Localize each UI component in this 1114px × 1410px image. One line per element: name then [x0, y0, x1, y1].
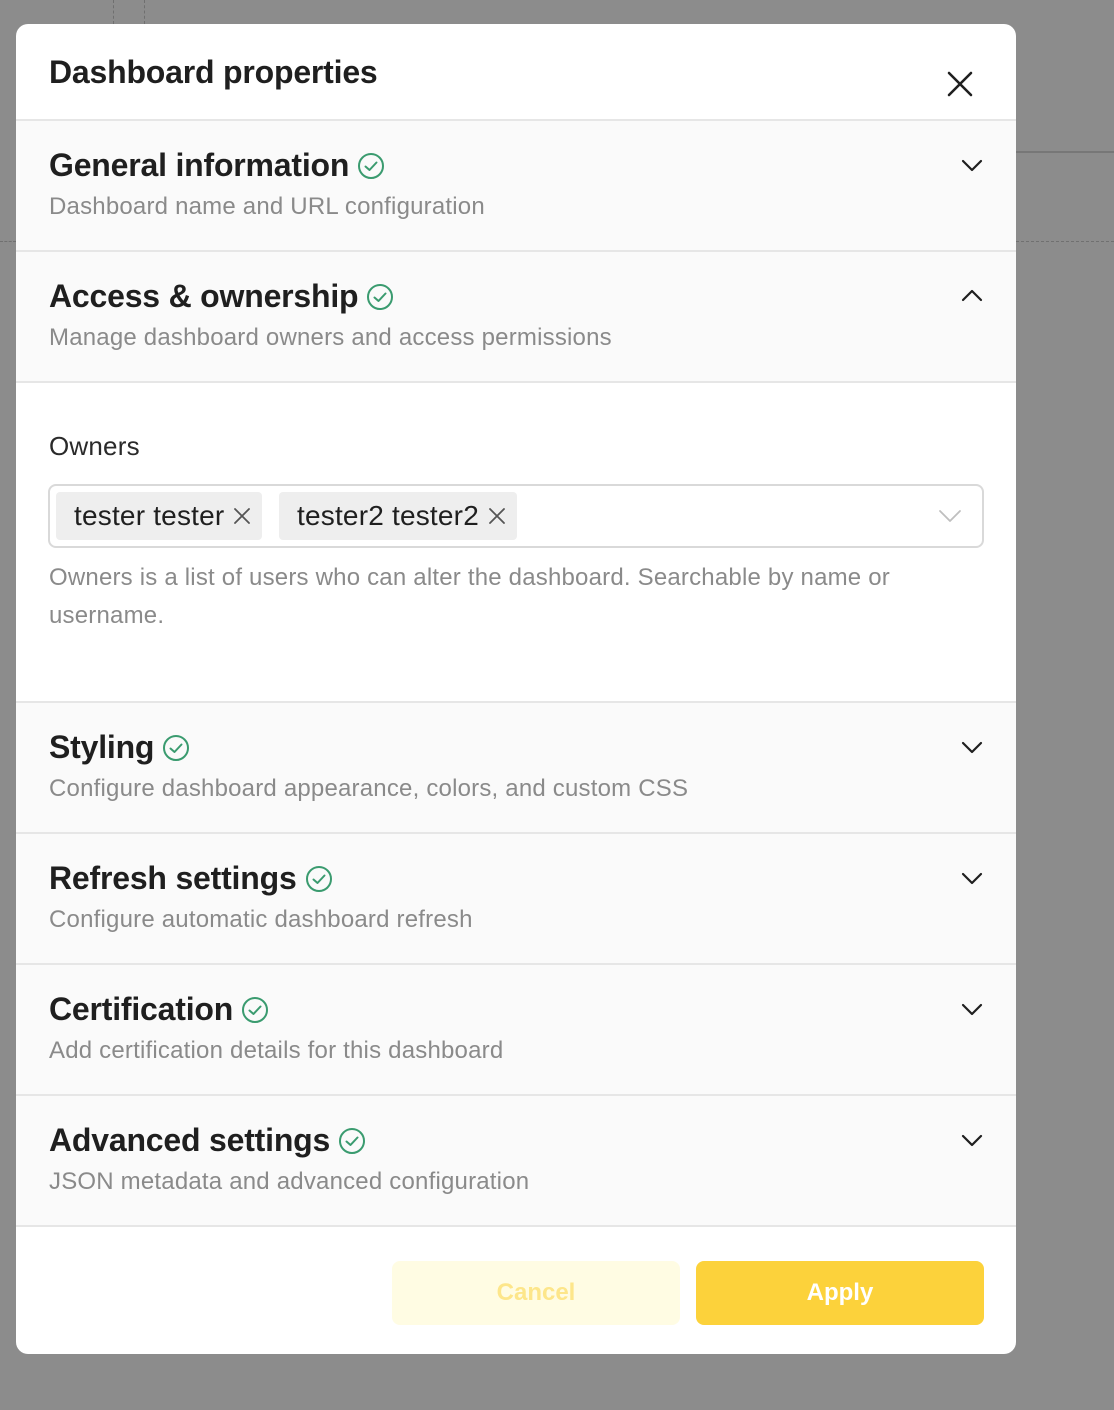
chevron-down-icon[interactable]	[960, 153, 984, 177]
section-access-ownership[interactable]: Access & ownership Manage dashboard owne…	[16, 252, 1016, 383]
cancel-button[interactable]: Cancel	[392, 1261, 680, 1325]
check-circle-icon	[358, 152, 385, 179]
owners-select[interactable]: tester tester tester2 tester2	[48, 484, 984, 548]
modal-header: Dashboard properties	[16, 24, 1016, 121]
modal-footer: Cancel Apply	[16, 1227, 1016, 1354]
owners-help-text: Owners is a list of users who can alter …	[49, 564, 890, 629]
section-styling[interactable]: Styling Configure dashboard appearance, …	[16, 703, 1016, 834]
background-page-dashed-line	[1016, 241, 1114, 242]
check-circle-icon	[242, 996, 269, 1023]
apply-button[interactable]: Apply	[696, 1261, 984, 1325]
section-title: Refresh settings	[49, 860, 297, 896]
section-title: Advanced settings	[49, 1122, 331, 1158]
background-page-line	[1016, 151, 1114, 153]
section-title: Certification	[49, 991, 234, 1027]
section-refresh-settings[interactable]: Refresh settings Configure automatic das…	[16, 834, 1016, 965]
background-page-divider	[113, 0, 145, 24]
section-title: Styling	[49, 729, 155, 765]
dashboard-properties-modal: Dashboard properties General information…	[16, 24, 1016, 1354]
check-circle-icon	[339, 1127, 366, 1154]
modal-title: Dashboard properties	[49, 54, 378, 90]
owners-label: Owners	[49, 431, 140, 461]
background-page-dashed-line-left	[0, 241, 16, 242]
section-description: Manage dashboard owners and access permi…	[49, 324, 612, 351]
section-general-information[interactable]: General information Dashboard name and U…	[16, 121, 1016, 252]
section-description: Configure automatic dashboard refresh	[49, 906, 473, 933]
remove-tag-icon[interactable]	[487, 506, 507, 526]
owner-tag: tester tester	[56, 492, 263, 540]
chevron-down-icon[interactable]	[960, 866, 984, 890]
section-certification[interactable]: Certification Add certification details …	[16, 965, 1016, 1096]
section-description: Dashboard name and URL configuration	[49, 193, 485, 220]
section-description: Add certification details for this dashb…	[49, 1037, 504, 1064]
section-title: General information	[49, 147, 350, 183]
chevron-down-icon[interactable]	[960, 997, 984, 1021]
check-circle-icon	[305, 865, 332, 892]
check-circle-icon	[367, 283, 394, 310]
owner-tag-label: tester2 tester2	[297, 500, 479, 531]
close-icon	[947, 71, 973, 97]
chevron-down-icon[interactable]	[938, 504, 962, 528]
chevron-up-icon[interactable]	[960, 284, 984, 308]
access-ownership-body: Owners tester tester tester2 tester2 Own…	[16, 383, 1016, 703]
section-description: Configure dashboard appearance, colors, …	[49, 775, 689, 802]
owner-tag-label: tester tester	[74, 500, 225, 531]
chevron-down-icon[interactable]	[960, 1128, 984, 1152]
section-description: JSON metadata and advanced configuration	[49, 1168, 530, 1195]
owner-tag: tester2 tester2	[279, 492, 517, 540]
check-circle-icon	[163, 734, 190, 761]
chevron-down-icon[interactable]	[960, 735, 984, 759]
section-advanced-settings[interactable]: Advanced settings JSON metadata and adva…	[16, 1096, 1016, 1227]
close-button[interactable]	[944, 68, 976, 100]
remove-tag-icon[interactable]	[232, 506, 252, 526]
section-title: Access & ownership	[49, 278, 359, 314]
